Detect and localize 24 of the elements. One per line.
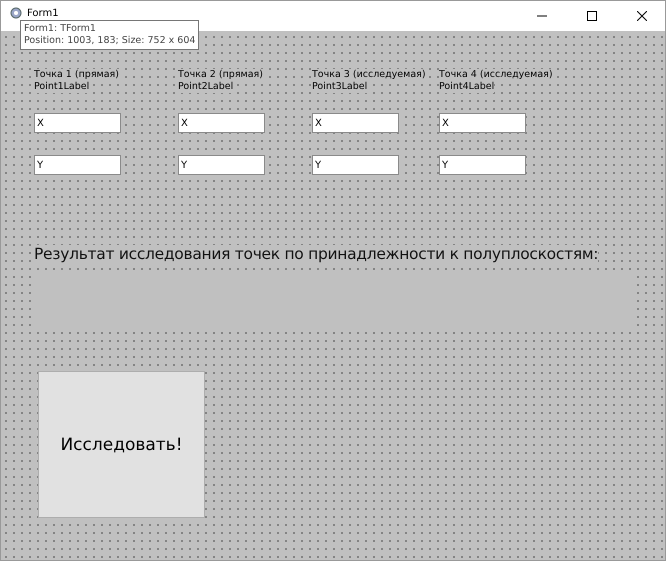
point-caption: Точка 4 (исследуемая) (439, 69, 553, 81)
investigate-button[interactable]: Исследовать! (38, 371, 205, 518)
y-input[interactable]: Y (439, 155, 526, 175)
x-input[interactable]: X (439, 113, 526, 133)
point-label: Point4Label (439, 81, 494, 93)
point-caption: Точка 1 (прямая) (34, 69, 119, 81)
point-caption: Точка 2 (прямая) (178, 69, 263, 81)
app-icon (9, 6, 23, 20)
point-caption: Точка 3 (исследуемая) (312, 69, 426, 81)
window-title: Form1 (27, 8, 60, 19)
x-input[interactable]: X (312, 113, 399, 133)
result-label: Результат исследования точек по принадлежности к полуплоскостям: (34, 245, 598, 263)
tooltip-line: Form1: TForm1 (24, 23, 97, 35)
y-input[interactable]: Y (178, 155, 265, 175)
point-label: Point3Label (312, 81, 368, 93)
x-input[interactable]: X (178, 113, 265, 133)
y-input[interactable]: Y (34, 155, 121, 175)
maximize-icon (587, 11, 597, 21)
y-input[interactable]: Y (312, 155, 399, 175)
point-label: Point2Label (178, 81, 234, 93)
close-icon (637, 11, 647, 21)
x-input[interactable]: X (34, 113, 121, 133)
tooltip-line: Position: 1003, 183; Size: 752 x 604 (24, 35, 196, 47)
point-label: Point1Label (34, 81, 90, 93)
